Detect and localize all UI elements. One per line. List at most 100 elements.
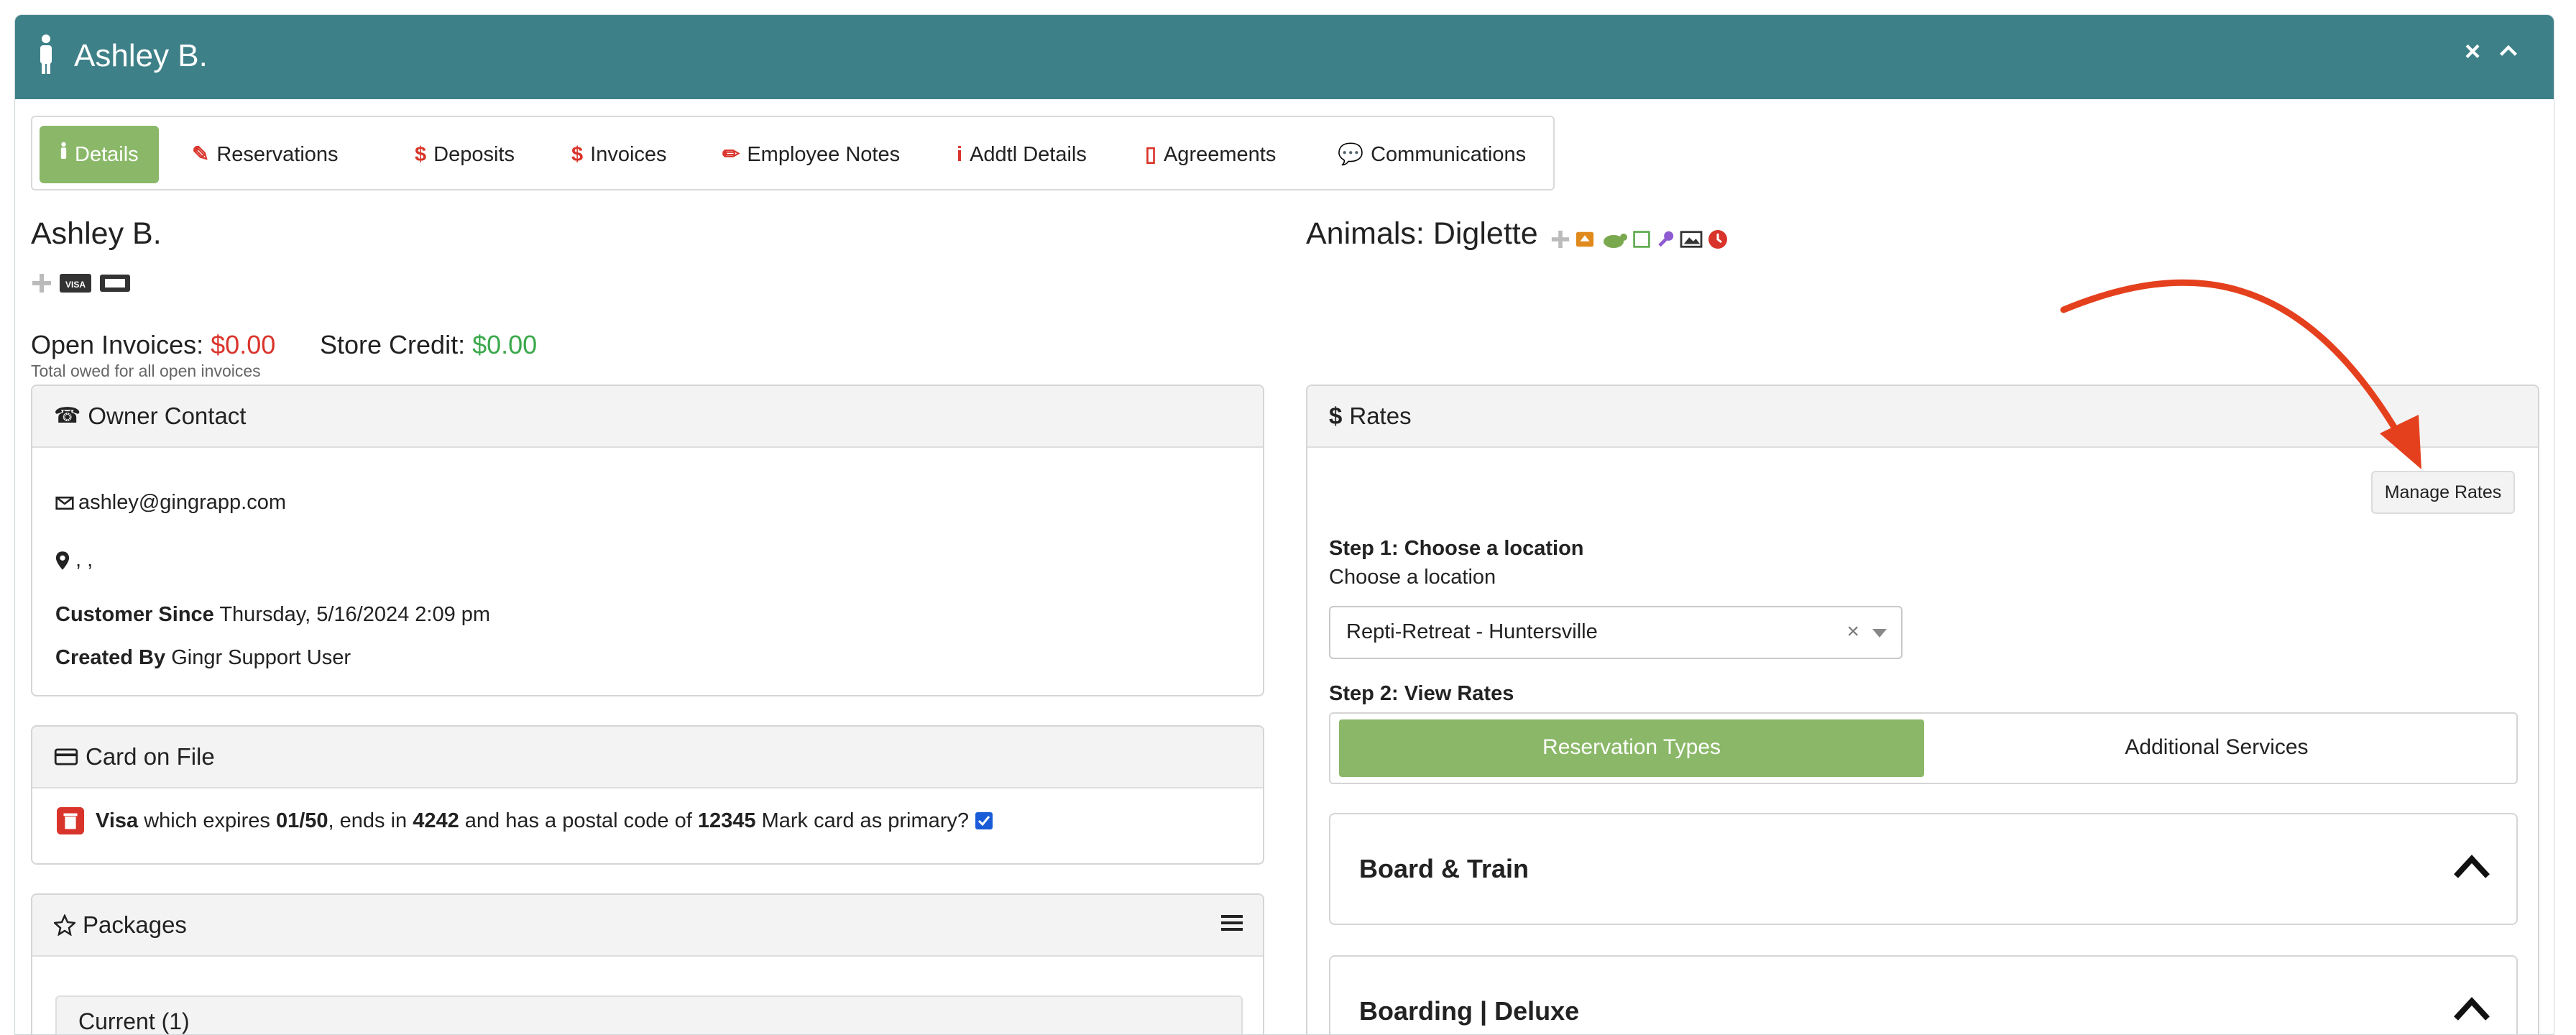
tab-details[interactable]: Details: [40, 126, 159, 183]
dollar-icon: $: [1329, 402, 1343, 429]
tab-label: Communications: [1371, 143, 1527, 166]
chat-icon: 💬: [1338, 143, 1364, 166]
card-last4: 4242: [413, 809, 459, 832]
tab-label: Reservations: [216, 143, 339, 166]
animals-heading: Animals: Diglette: [1306, 216, 1538, 251]
menu-icon[interactable]: [1221, 914, 1243, 932]
annotation-arrow: [2060, 279, 2421, 469]
modal-title: Ashley B.: [74, 38, 208, 73]
plus-icon[interactable]: [1550, 229, 1570, 249]
owner-contact-panel: ☎ Owner Contact ashley@gingrapp.com , , …: [31, 385, 1264, 696]
chevron-up-icon[interactable]: [2499, 44, 2518, 58]
packages-header: Packages: [32, 895, 1263, 957]
open-invoices-note: Total owed for all open invoices: [31, 362, 261, 380]
packages-panel: Packages Current (1): [31, 893, 1264, 1034]
email-row: ashley@gingrapp.com: [55, 491, 286, 515]
panel-title: Owner Contact: [88, 402, 247, 429]
card-on-file-panel: Card on File Visa which expires 01/50 , …: [31, 725, 1264, 865]
location-select-value: Repti-Retreat - Huntersville: [1346, 620, 1598, 643]
created-by-value: Gingr Support User: [171, 646, 351, 669]
plus-icon[interactable]: [31, 272, 52, 294]
email-link[interactable]: ashley@gingrapp.com: [78, 491, 286, 515]
card-text: which expires: [138, 809, 276, 832]
checkbox-icon[interactable]: [1632, 230, 1651, 249]
close-icon[interactable]: ×: [2465, 37, 2480, 68]
reservation-types-tab[interactable]: Reservation Types: [1339, 719, 1924, 777]
open-invoices-value: $0.00: [211, 330, 276, 359]
open-invoices: Open Invoices: $0.00: [31, 330, 275, 360]
card-text: , ends in: [328, 809, 413, 832]
tab-label: Agreements: [1163, 143, 1276, 166]
open-invoices-label: Open Invoices:: [31, 330, 204, 359]
step1-label: Step 1: Choose a location: [1329, 537, 1584, 560]
accordion-title: Boarding | Deluxe: [1359, 996, 1580, 1026]
envelope-icon: [55, 496, 74, 510]
customer-since-value: Thursday, 5/16/2024 2:09 pm: [219, 603, 491, 626]
accordion-boarding-deluxe[interactable]: Boarding | Deluxe: [1329, 955, 2518, 1034]
address-row: , ,: [55, 548, 93, 572]
clock-icon[interactable]: [1707, 229, 1729, 250]
tab-bar: Details ✎ Reservations $ Deposits $ Invo…: [31, 116, 1555, 190]
person-icon: [40, 34, 52, 74]
dollar-icon: $: [415, 143, 427, 166]
tab-label: Invoices: [590, 143, 667, 166]
owner-icon-row: VISA: [31, 272, 131, 297]
created-by-row: Created By Gingr Support User: [55, 646, 351, 670]
store-credit-value: $0.00: [472, 330, 538, 359]
created-by-label: Created By: [55, 646, 166, 669]
edit-icon: ✎: [192, 143, 210, 166]
tab-label: Deposits: [433, 143, 515, 166]
card-text: and has a postal code of: [459, 809, 698, 832]
person-icon: [60, 126, 68, 183]
step2-label: Step 2: View Rates: [1329, 682, 1514, 705]
accordion-board-train[interactable]: Board & Train: [1329, 813, 2518, 925]
additional-services-tab[interactable]: Additional Services: [1924, 719, 2509, 777]
tab-reservations[interactable]: ✎ Reservations: [192, 126, 339, 183]
tab-agreements[interactable]: ▯ Agreements: [1145, 126, 1276, 183]
card-row: Visa which expires 01/50 , ends in 4242 …: [57, 807, 993, 834]
primary-label: Mark card as primary?: [755, 809, 970, 832]
turtle-icon[interactable]: [1599, 229, 1628, 250]
animal-icon-row: [1550, 225, 1729, 254]
tab-employee-notes[interactable]: ✏ Employee Notes: [722, 126, 900, 183]
location-select[interactable]: Repti-Retreat - Huntersville ×: [1329, 606, 1903, 659]
clear-icon[interactable]: ×: [1846, 607, 1859, 656]
card-expires: 01/50: [275, 809, 328, 832]
chevron-up-icon[interactable]: [2453, 855, 2490, 879]
pencil-icon: ✏: [722, 143, 740, 166]
svg-text:VISA: VISA: [65, 280, 86, 290]
map-marker-icon: [55, 551, 70, 570]
tab-deposits[interactable]: $ Deposits: [415, 126, 515, 183]
address-text: , ,: [75, 548, 93, 571]
current-packages-label: Current (1): [78, 1008, 190, 1034]
star-icon: [54, 914, 75, 936]
owner-name: Ashley B.: [31, 216, 162, 251]
clipboard-icon: ▯: [1145, 143, 1156, 166]
panel-title: Rates: [1349, 402, 1412, 429]
tab-label: Addtl Details: [970, 143, 1087, 166]
dollar-icon: $: [571, 143, 584, 166]
kennel-icon[interactable]: [1575, 229, 1595, 249]
panel-title: Packages: [83, 911, 187, 938]
owner-contact-header: ☎ Owner Contact: [32, 386, 1263, 448]
caret-down-icon[interactable]: [1872, 629, 1887, 638]
chevron-up-icon[interactable]: [2453, 997, 2490, 1021]
ticket-icon[interactable]: [99, 272, 131, 294]
key-icon[interactable]: [1655, 229, 1675, 249]
panel-title: Card on File: [86, 743, 215, 770]
customer-modal: Ashley B. × Details ✎ Reservations $ Dep…: [14, 14, 2554, 1035]
trash-icon[interactable]: [57, 807, 84, 834]
tab-addtl-details[interactable]: i Addtl Details: [957, 126, 1087, 183]
modal-header: Ashley B. ×: [15, 15, 2554, 99]
image-icon[interactable]: [1680, 229, 1703, 249]
step1-sublabel: Choose a location: [1329, 566, 1496, 589]
phone-icon: ☎: [54, 404, 81, 428]
customer-since-label: Customer Since: [55, 603, 214, 626]
visa-card-icon[interactable]: VISA: [60, 272, 92, 294]
rate-view-toggle: Reservation Types Additional Services: [1329, 712, 2518, 784]
current-packages-header[interactable]: Current (1): [55, 995, 1243, 1034]
primary-checkbox[interactable]: [975, 811, 993, 830]
tab-communications[interactable]: 💬 Communications: [1338, 126, 1526, 183]
tab-invoices[interactable]: $ Invoices: [571, 126, 667, 183]
card-on-file-header: Card on File: [32, 727, 1263, 788]
